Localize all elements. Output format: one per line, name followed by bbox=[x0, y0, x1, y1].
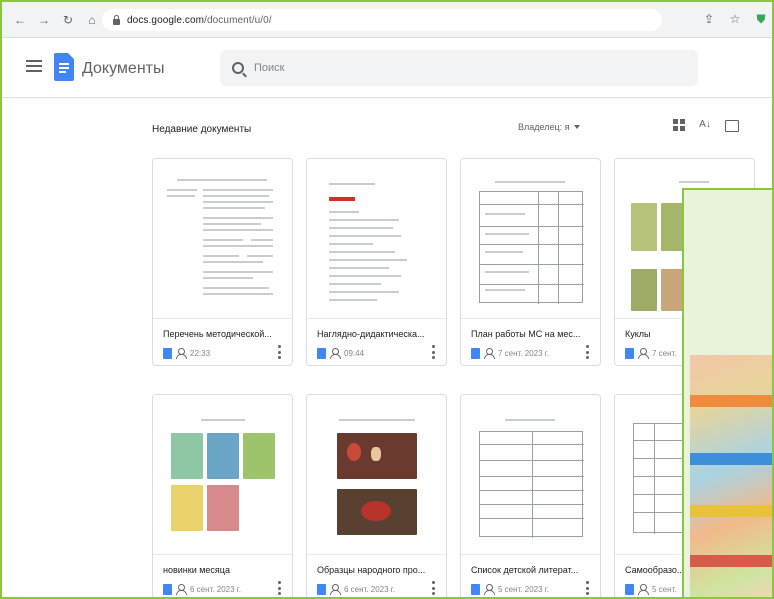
document-meta: 7 сент. 2023 г. bbox=[471, 346, 549, 360]
document-title: Наглядно-дидактическа... bbox=[317, 329, 425, 339]
document-date: 5 сент. 2023 г. bbox=[498, 584, 549, 594]
shared-icon bbox=[638, 584, 649, 595]
document-meta: 5 сент. 2023 г. bbox=[471, 582, 549, 596]
shared-icon bbox=[484, 348, 495, 359]
document-meta: 6 сент. 2023 г. bbox=[163, 582, 241, 596]
doc-type-icon bbox=[317, 583, 326, 595]
document-card[interactable]: Перечень методической... 22:33 bbox=[152, 158, 293, 366]
forward-arrow-icon[interactable]: → bbox=[36, 12, 52, 28]
overlay-image-panel bbox=[682, 188, 772, 597]
star-icon[interactable]: ☆ bbox=[728, 12, 742, 26]
doc-type-icon bbox=[625, 583, 634, 595]
document-meta: 22:33 bbox=[163, 346, 210, 360]
document-card[interactable]: новинки месяца 6 сент. 2023 г. bbox=[152, 394, 293, 597]
shared-icon bbox=[176, 348, 187, 359]
document-date: 09:44 bbox=[344, 348, 365, 358]
document-thumbnail bbox=[307, 395, 446, 555]
view-controls: A↓ bbox=[672, 118, 739, 132]
doc-type-icon bbox=[163, 347, 172, 359]
doc-type-icon bbox=[317, 347, 326, 359]
document-title: Образцы народного про... bbox=[317, 565, 426, 575]
document-title: План работы МС на мес... bbox=[471, 329, 581, 339]
app-title[interactable]: Документы bbox=[82, 60, 164, 78]
shared-icon bbox=[176, 584, 187, 595]
document-card[interactable]: Наглядно-дидактическа... 09:44 bbox=[306, 158, 447, 366]
docs-header: Документы Поиск bbox=[2, 38, 772, 98]
address-bar[interactable]: docs.google.com/document/u/0/ bbox=[102, 9, 662, 31]
grid-view-icon[interactable] bbox=[672, 118, 686, 132]
doc-type-icon bbox=[625, 347, 634, 359]
home-icon[interactable]: ⌂ bbox=[84, 12, 100, 28]
document-thumbnail bbox=[461, 159, 600, 319]
more-options-icon[interactable] bbox=[278, 581, 282, 595]
document-meta: 09:44 bbox=[317, 346, 364, 360]
document-thumbnail bbox=[461, 395, 600, 555]
reload-icon[interactable]: ↻ bbox=[60, 12, 76, 28]
shield-icon[interactable]: ⛊ bbox=[754, 12, 768, 26]
url-text: docs.google.com/document/u/0/ bbox=[127, 14, 272, 26]
document-title: новинки месяца bbox=[163, 565, 230, 575]
docs-logo-icon[interactable] bbox=[54, 53, 74, 81]
shared-icon bbox=[484, 584, 495, 595]
document-thumbnail bbox=[307, 159, 446, 319]
document-thumbnail bbox=[153, 395, 292, 555]
sort-az-icon[interactable]: A↓ bbox=[698, 118, 712, 132]
more-options-icon[interactable] bbox=[586, 345, 590, 359]
doc-type-icon bbox=[163, 583, 172, 595]
lock-icon bbox=[112, 15, 121, 25]
main-menu-icon[interactable] bbox=[26, 60, 42, 72]
shared-icon bbox=[330, 584, 341, 595]
document-meta: 5 сент. bbox=[625, 582, 677, 596]
browser-toolbar: ← → ↻ ⌂ docs.google.com/document/u/0/ ⇪ … bbox=[2, 2, 772, 38]
back-arrow-icon[interactable]: ← bbox=[12, 12, 28, 28]
document-title: Перечень методической... bbox=[163, 329, 272, 339]
document-meta: 7 сент. bbox=[625, 346, 677, 360]
document-date: 6 сент. 2023 г. bbox=[344, 584, 395, 594]
search-placeholder: Поиск bbox=[254, 62, 285, 74]
recent-documents-heading: Недавние документы bbox=[152, 124, 252, 135]
shared-icon bbox=[638, 348, 649, 359]
screenshot-frame: ← → ↻ ⌂ docs.google.com/document/u/0/ ⇪ … bbox=[0, 0, 774, 599]
poster-photo bbox=[690, 355, 772, 597]
more-options-icon[interactable] bbox=[586, 581, 590, 595]
more-options-icon[interactable] bbox=[432, 345, 436, 359]
browser-actions: ⇪ ☆ ⛊ bbox=[702, 12, 768, 26]
document-meta: 6 сент. 2023 г. bbox=[317, 582, 395, 596]
owner-filter-label: Владелец: я bbox=[518, 122, 570, 132]
more-options-icon[interactable] bbox=[278, 345, 282, 359]
doc-type-icon bbox=[471, 347, 480, 359]
document-date: 7 сент. 2023 г. bbox=[498, 348, 549, 358]
document-card[interactable]: Образцы народного про... 6 сент. 2023 г. bbox=[306, 394, 447, 597]
folder-icon[interactable] bbox=[724, 118, 739, 132]
document-date: 6 сент. 2023 г. bbox=[190, 584, 241, 594]
doc-type-icon bbox=[471, 583, 480, 595]
document-title: Список детской литерат... bbox=[471, 565, 579, 575]
more-options-icon[interactable] bbox=[432, 581, 436, 595]
document-date: 22:33 bbox=[190, 348, 211, 358]
document-card[interactable]: Список детской литерат... 5 сент. 2023 г… bbox=[460, 394, 601, 597]
shared-icon bbox=[330, 348, 341, 359]
search-input[interactable]: Поиск bbox=[220, 50, 698, 86]
document-date: 5 сент. bbox=[652, 584, 677, 594]
document-thumbnail bbox=[153, 159, 292, 319]
document-card[interactable]: План работы МС на мес... 7 сент. 2023 г. bbox=[460, 158, 601, 366]
search-icon bbox=[232, 62, 244, 74]
chevron-down-icon bbox=[573, 125, 580, 129]
share-icon[interactable]: ⇪ bbox=[702, 12, 716, 26]
owner-filter-dropdown[interactable]: Владелец: я bbox=[518, 122, 580, 132]
document-date: 7 сент. bbox=[652, 348, 677, 358]
